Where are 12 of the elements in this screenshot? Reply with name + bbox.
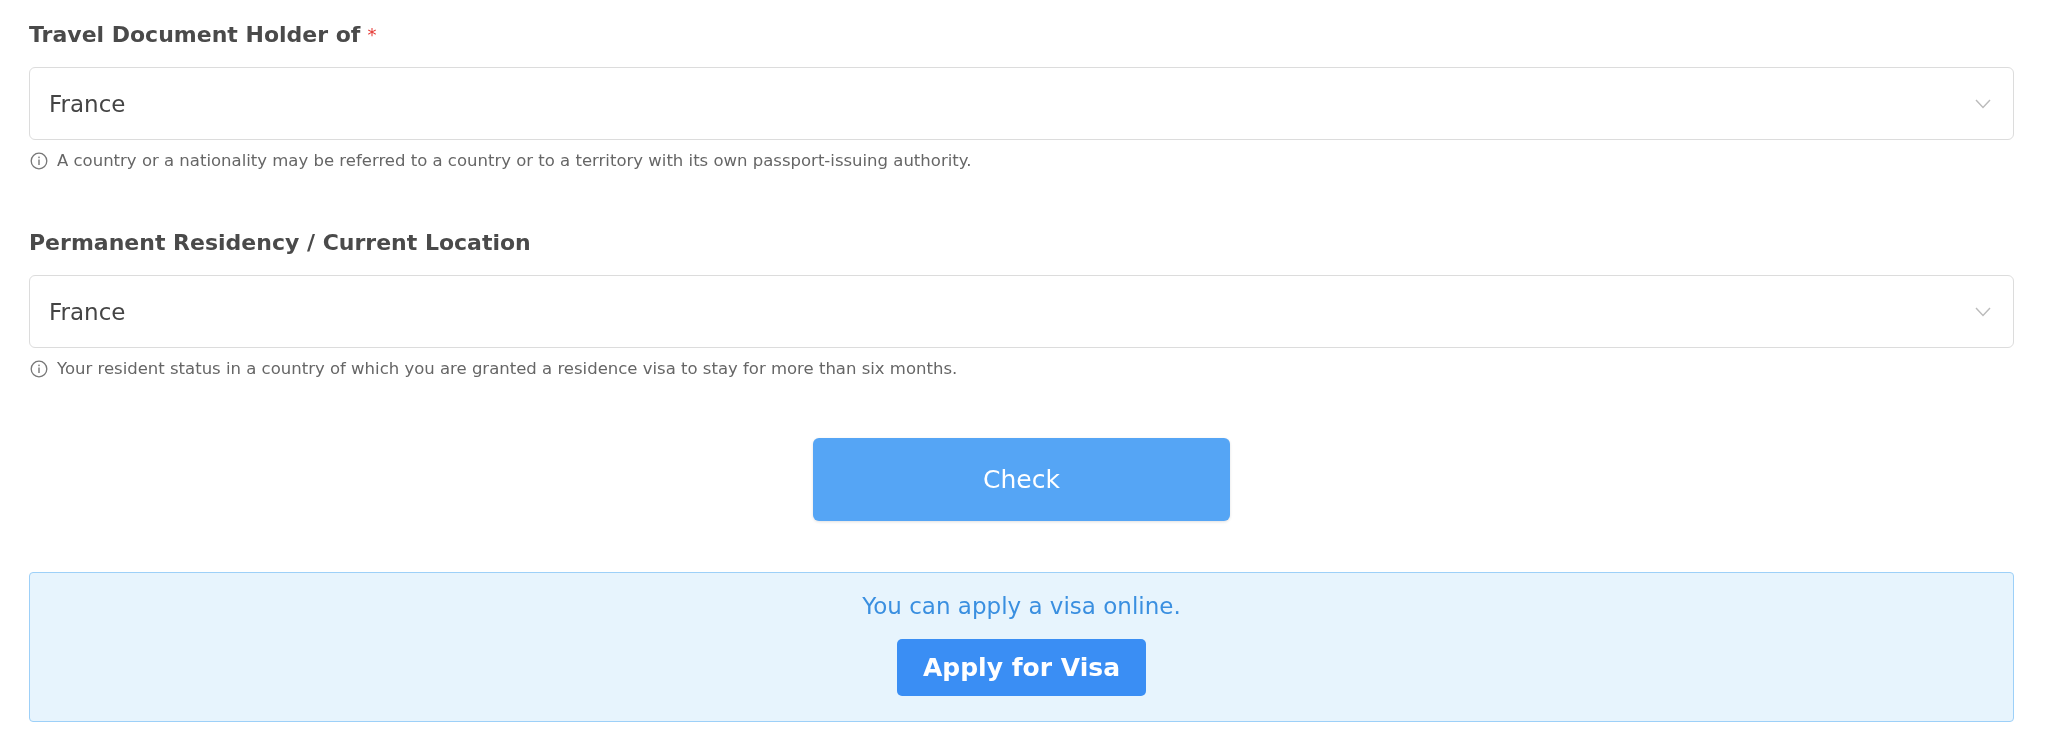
info-icon bbox=[30, 359, 48, 378]
result-message: You can apply a visa online. bbox=[862, 593, 1181, 619]
hint-text: Your resident status in a country of which you are granted a residence visa to stay for more than six months. bbox=[57, 359, 958, 378]
hint-text: A country or a nationality may be referred to a country or to a territory with its own passport-issuing authority. bbox=[57, 151, 972, 170]
required-mark: * bbox=[367, 24, 377, 45]
info-icon bbox=[30, 151, 48, 170]
field-label: Permanent Residency / Current Location bbox=[29, 230, 531, 255]
field-label: Travel Document Holder of bbox=[29, 22, 361, 47]
country-select[interactable]: France bbox=[29, 275, 2014, 348]
chevron-down-icon bbox=[1975, 306, 1991, 317]
chevron-down-icon bbox=[1975, 98, 1991, 109]
country-select[interactable]: France bbox=[29, 67, 2014, 140]
